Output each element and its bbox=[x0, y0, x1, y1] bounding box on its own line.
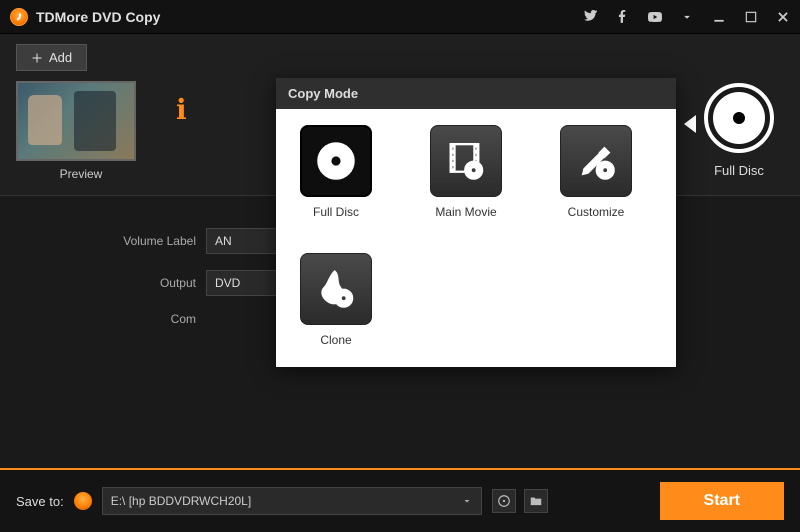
disc-small-icon bbox=[497, 494, 511, 508]
add-button-label: Add bbox=[49, 50, 72, 65]
title-bar: TDMore DVD Copy bbox=[0, 0, 800, 34]
common-label: Com bbox=[100, 312, 196, 326]
facebook-icon[interactable] bbox=[616, 10, 630, 24]
disc-icon bbox=[704, 83, 774, 153]
close-button[interactable] bbox=[776, 10, 790, 24]
youtube-icon[interactable] bbox=[648, 10, 662, 24]
chevron-down-icon bbox=[461, 495, 473, 507]
mode-clone[interactable]: Clone bbox=[296, 253, 376, 347]
mode-item-label: Main Movie bbox=[426, 205, 506, 219]
folder-icon bbox=[529, 494, 543, 508]
mode-customize[interactable]: Customize bbox=[556, 125, 636, 219]
mode-item-label: Customize bbox=[556, 205, 636, 219]
app-logo bbox=[10, 8, 28, 26]
volume-label: Volume Label bbox=[100, 234, 196, 248]
mode-item-label: Clone bbox=[296, 333, 376, 347]
copy-mode-popup: Copy Mode Full Disc Main Movie bbox=[276, 78, 676, 367]
mode-item-label: Full Disc bbox=[296, 205, 376, 219]
iso-button[interactable] bbox=[492, 489, 516, 513]
preview-thumbnail[interactable] bbox=[16, 81, 136, 161]
copy-mode-title: Copy Mode bbox=[276, 78, 676, 109]
info-icon: ℹ bbox=[176, 93, 187, 126]
main-movie-icon bbox=[430, 125, 502, 197]
preview-label: Preview bbox=[16, 167, 146, 181]
save-destination-select[interactable]: E:\ [hp BDDVDRWCH20L] bbox=[102, 487, 482, 515]
start-button[interactable]: Start bbox=[660, 482, 784, 520]
maximize-button[interactable] bbox=[744, 10, 758, 24]
save-destination-value: E:\ [hp BDDVDRWCH20L] bbox=[111, 494, 252, 508]
customize-icon bbox=[560, 125, 632, 197]
preview-column: Preview bbox=[16, 81, 146, 181]
full-disc-icon bbox=[300, 125, 372, 197]
app-title: TDMore DVD Copy bbox=[36, 9, 160, 25]
twitter-icon[interactable] bbox=[584, 10, 598, 24]
current-mode[interactable]: Full Disc bbox=[694, 81, 784, 181]
dropdown-icon[interactable] bbox=[680, 10, 694, 24]
mode-full-disc[interactable]: Full Disc bbox=[296, 125, 376, 219]
mode-main-movie[interactable]: Main Movie bbox=[426, 125, 506, 219]
save-to-label: Save to: bbox=[16, 494, 64, 509]
save-logo-icon bbox=[74, 492, 92, 510]
folder-button[interactable] bbox=[524, 489, 548, 513]
output-label: Output bbox=[100, 276, 196, 290]
bottom-bar: Save to: E:\ [hp BDDVDRWCH20L] Start bbox=[0, 468, 800, 532]
add-button[interactable]: Add bbox=[16, 44, 87, 71]
clone-icon bbox=[300, 253, 372, 325]
minimize-button[interactable] bbox=[712, 10, 726, 24]
current-mode-label: Full Disc bbox=[714, 163, 764, 178]
toolbar: Add bbox=[0, 34, 800, 71]
plus-icon bbox=[31, 52, 43, 64]
